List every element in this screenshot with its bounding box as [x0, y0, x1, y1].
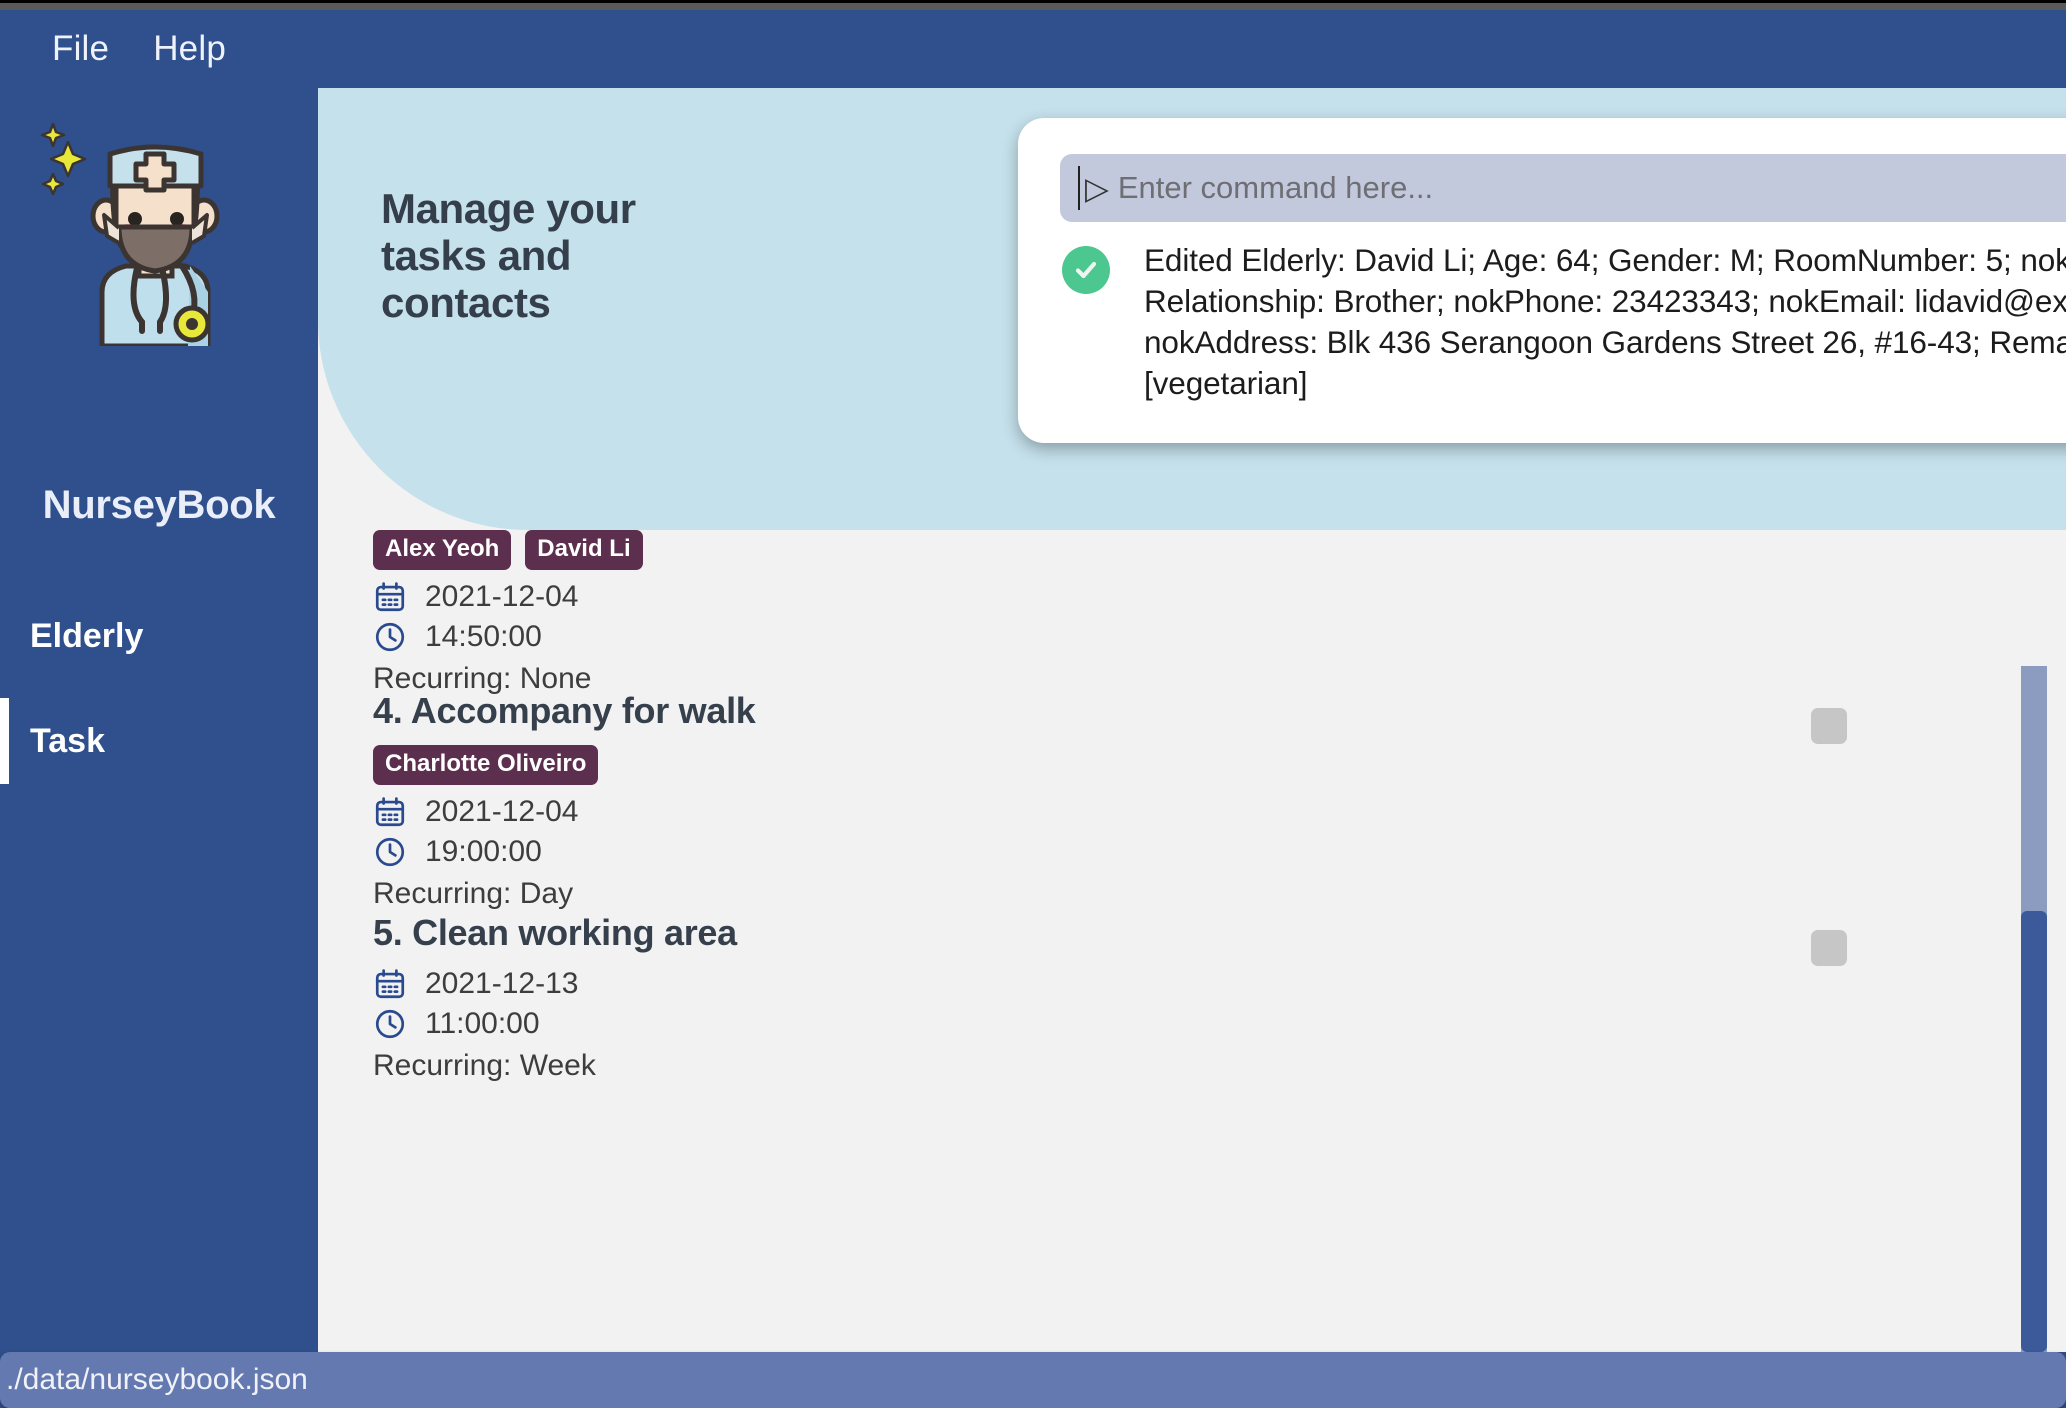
- nurse-avatar-icon: [40, 116, 270, 349]
- task-time-row: 14:50:00: [373, 620, 1933, 654]
- page-title: Manage your tasks and contacts: [381, 185, 636, 327]
- calendar-icon: [373, 580, 407, 614]
- task-time-row: 19:00:00: [373, 835, 1933, 869]
- task-list-item[interactable]: Alex Yeoh David Li 2021-12-04 14:50:00 R…: [373, 530, 1933, 696]
- task-date-row: 2021-12-04: [373, 795, 1933, 829]
- clock-icon: [373, 1007, 407, 1041]
- task-complete-checkbox[interactable]: [1811, 930, 1847, 966]
- tag-row: Charlotte Oliveiro: [373, 745, 1933, 785]
- task-complete-checkbox[interactable]: [1811, 708, 1847, 744]
- task-date-row: 2021-12-04: [373, 580, 1933, 614]
- sidebar-item-elderly[interactable]: Elderly: [0, 593, 318, 679]
- task-recurring: Recurring: Day: [373, 877, 574, 910]
- command-result: Edited Elderly: David Li; Age: 64; Gende…: [1062, 240, 2066, 404]
- task-time: 19:00:00: [425, 835, 542, 868]
- elderly-tag[interactable]: Charlotte Oliveiro: [373, 745, 599, 785]
- task-list-scrollbar[interactable]: [2021, 666, 2047, 1352]
- sidebar-item-label-elderly: Elderly: [30, 616, 144, 655]
- task-recurring: Recurring: Week: [373, 1049, 596, 1082]
- text-cursor: [1078, 166, 1080, 210]
- task-time: 14:50:00: [425, 620, 542, 653]
- elderly-tag[interactable]: David Li: [525, 530, 643, 570]
- elderly-tag[interactable]: Alex Yeoh: [373, 530, 512, 570]
- command-placeholder: Enter command here...: [1117, 170, 1434, 205]
- main-content: Manage your tasks and contacts ▷ Enter c…: [318, 88, 2066, 1352]
- task-list-item[interactable]: 4. Accompany for walk Charlotte Oliveiro: [373, 690, 1933, 911]
- sidebar-item-label-task: Task: [30, 721, 105, 760]
- calendar-icon: [373, 795, 407, 829]
- menu-file[interactable]: File: [30, 25, 131, 73]
- calendar-icon: [373, 967, 407, 1001]
- scrollbar-thumb[interactable]: [2021, 911, 2047, 1352]
- task-date: 2021-12-04: [425, 795, 579, 828]
- task-time: 11:00:00: [425, 1007, 540, 1040]
- command-input[interactable]: ▷ Enter command here...: [1060, 154, 2066, 222]
- window-top-border: [0, 0, 2066, 3]
- task-date-row: 2021-12-13: [373, 967, 1933, 1001]
- task-title: 5. Clean working area: [373, 912, 737, 953]
- check-circle-icon: [1062, 246, 1110, 294]
- menu-bar: File Help: [0, 10, 2066, 88]
- result-message: Edited Elderly: David Li; Age: 64; Gende…: [1144, 242, 2066, 401]
- task-title: 4. Accompany for walk: [373, 690, 756, 731]
- active-indicator: [0, 698, 9, 784]
- task-time-row: 11:00:00: [373, 1007, 1933, 1041]
- data-file-path: ./data/nurseybook.json: [6, 1363, 308, 1396]
- task-date: 2021-12-04: [425, 580, 579, 613]
- prompt-arrow-icon: ▷: [1085, 170, 1109, 206]
- task-list-item[interactable]: 5. Clean working area 2021-12-13 11:00:0…: [373, 912, 1933, 1083]
- nurseybook-window: File Help NurseyBook Elderly Task Manage…: [0, 10, 2066, 1408]
- menu-help[interactable]: Help: [131, 25, 248, 73]
- sidebar: NurseyBook Elderly Task: [0, 88, 318, 1352]
- tag-row: Alex Yeoh David Li: [373, 530, 1933, 570]
- status-bar: ./data/nurseybook.json: [0, 1352, 2066, 1408]
- clock-icon: [373, 835, 407, 869]
- task-list: Alex Yeoh David Li 2021-12-04 14:50:00 R…: [318, 530, 2066, 1352]
- app-brand-title: NurseyBook: [42, 483, 276, 527]
- command-card: ▷ Enter command here... Edited Elderly: …: [1018, 118, 2066, 443]
- task-date: 2021-12-13: [425, 967, 579, 1000]
- clock-icon: [373, 620, 407, 654]
- sidebar-item-task[interactable]: Task: [0, 698, 318, 784]
